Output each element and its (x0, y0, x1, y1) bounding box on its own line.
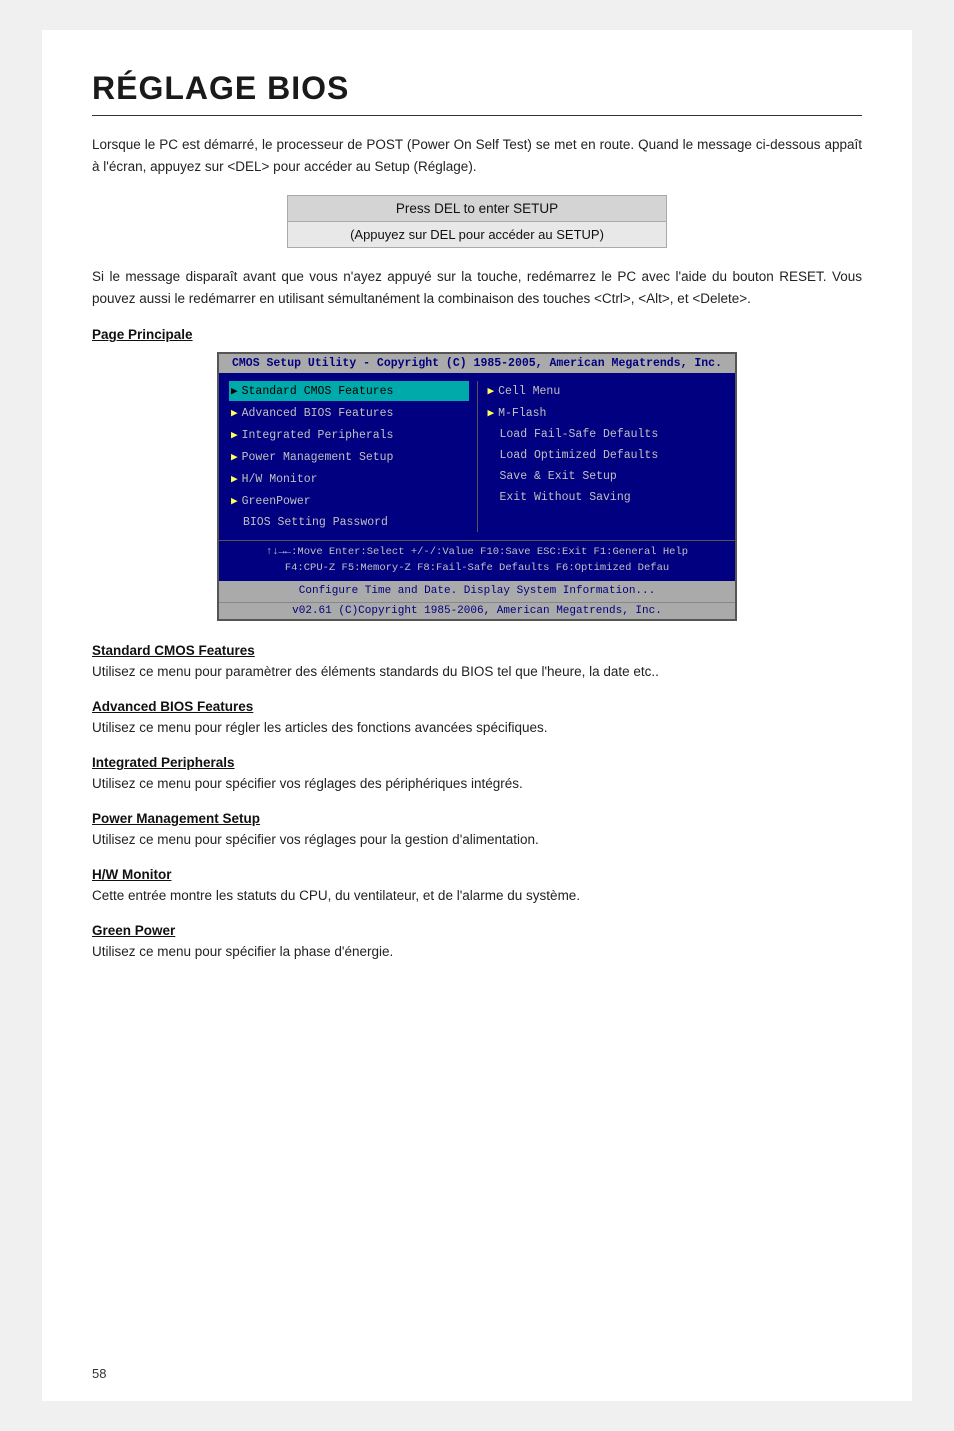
bios-left-item-1: ▶ Advanced BIOS Features (229, 403, 469, 423)
bios-left-item-0: ▶ Standard CMOS Features (229, 381, 469, 401)
desc-heading-4: H/W Monitor (92, 867, 862, 882)
bios-content: ▶ Standard CMOS Features▶ Advanced BIOS … (219, 373, 735, 540)
page: RÉGLAGE BIOS Lorsque le PC est démarré, … (42, 30, 912, 1401)
bios-left-item-6: BIOS Setting Password (229, 513, 469, 532)
desc-heading-2: Integrated Peripherals (92, 755, 862, 770)
desc-text-0: Utilisez ce menu pour paramètrer des élé… (92, 662, 862, 683)
desc-heading-0: Standard CMOS Features (92, 643, 862, 658)
bios-bottom-bar: Configure Time and Date. Display System … (219, 581, 735, 602)
second-paragraph: Si le message disparaît avant que vous n… (92, 266, 862, 309)
bios-right-item-1: ▶ M-Flash (486, 403, 726, 423)
desc-heading-3: Power Management Setup (92, 811, 862, 826)
bios-footer-line2: F4:CPU-Z F5:Memory-Z F8:Fail-Safe Defaul… (225, 561, 729, 577)
page-number: 58 (92, 1366, 106, 1381)
press-del-box: Press DEL to enter SETUP (Appuyez sur DE… (287, 195, 667, 248)
title-divider (92, 115, 862, 116)
bios-right-item-5: Exit Without Saving (486, 488, 726, 507)
bios-right-item-3: Load Optimized Defaults (486, 446, 726, 465)
sections-container: Standard CMOS Features Utilisez ce menu p… (92, 643, 862, 963)
bios-title-bar: CMOS Setup Utility - Copyright (C) 1985-… (219, 354, 735, 373)
bios-footer: ↑↓→←:Move Enter:Select +/-/:Value F10:Sa… (219, 540, 735, 581)
bios-right-col: ▶ Cell Menu▶ M-Flash Load Fail-Safe Defau… (486, 381, 726, 532)
bios-copyright: v02.61 (C)Copyright 1985-2006, American … (219, 602, 735, 619)
bios-right-item-2: Load Fail-Safe Defaults (486, 425, 726, 444)
bios-left-item-4: ▶ H/W Monitor (229, 469, 469, 489)
bios-bottom1: Configure Time and Date. Display System … (223, 584, 731, 599)
bios-left-col: ▶ Standard CMOS Features▶ Advanced BIOS … (229, 381, 469, 532)
desc-heading-1: Advanced BIOS Features (92, 699, 862, 714)
bios-left-item-2: ▶ Integrated Peripherals (229, 425, 469, 445)
bios-screen: CMOS Setup Utility - Copyright (C) 1985-… (217, 352, 737, 621)
desc-section-5: Green Power Utilisez ce menu pour spécifi… (92, 923, 862, 963)
desc-heading-5: Green Power (92, 923, 862, 938)
desc-section-3: Power Management Setup Utilisez ce menu p… (92, 811, 862, 851)
bios-col-divider (477, 381, 478, 532)
desc-text-4: Cette entrée montre les statuts du CPU, … (92, 886, 862, 907)
desc-section-0: Standard CMOS Features Utilisez ce menu p… (92, 643, 862, 683)
press-del-bottom: (Appuyez sur DEL pour accéder au SETUP) (287, 222, 667, 248)
desc-section-2: Integrated Peripherals Utilisez ce menu p… (92, 755, 862, 795)
page-title: RÉGLAGE BIOS (92, 70, 862, 107)
intro-text: Lorsque le PC est démarré, le processeur… (92, 134, 862, 177)
bios-right-item-0: ▶ Cell Menu (486, 381, 726, 401)
desc-section-4: H/W Monitor Cette entrée montre les statu… (92, 867, 862, 907)
desc-text-3: Utilisez ce menu pour spécifier vos régl… (92, 830, 862, 851)
desc-text-5: Utilisez ce menu pour spécifier la phase… (92, 942, 862, 963)
bios-footer-line1: ↑↓→←:Move Enter:Select +/-/:Value F10:Sa… (225, 545, 729, 561)
bios-right-item-4: Save & Exit Setup (486, 467, 726, 486)
bios-left-item-3: ▶ Power Management Setup (229, 447, 469, 467)
bios-left-item-5: ▶ GreenPower (229, 491, 469, 511)
desc-text-1: Utilisez ce menu pour régler les article… (92, 718, 862, 739)
press-del-top: Press DEL to enter SETUP (287, 195, 667, 222)
desc-text-2: Utilisez ce menu pour spécifier vos régl… (92, 774, 862, 795)
page-principale-heading: Page Principale (92, 327, 862, 342)
desc-section-1: Advanced BIOS Features Utilisez ce menu p… (92, 699, 862, 739)
